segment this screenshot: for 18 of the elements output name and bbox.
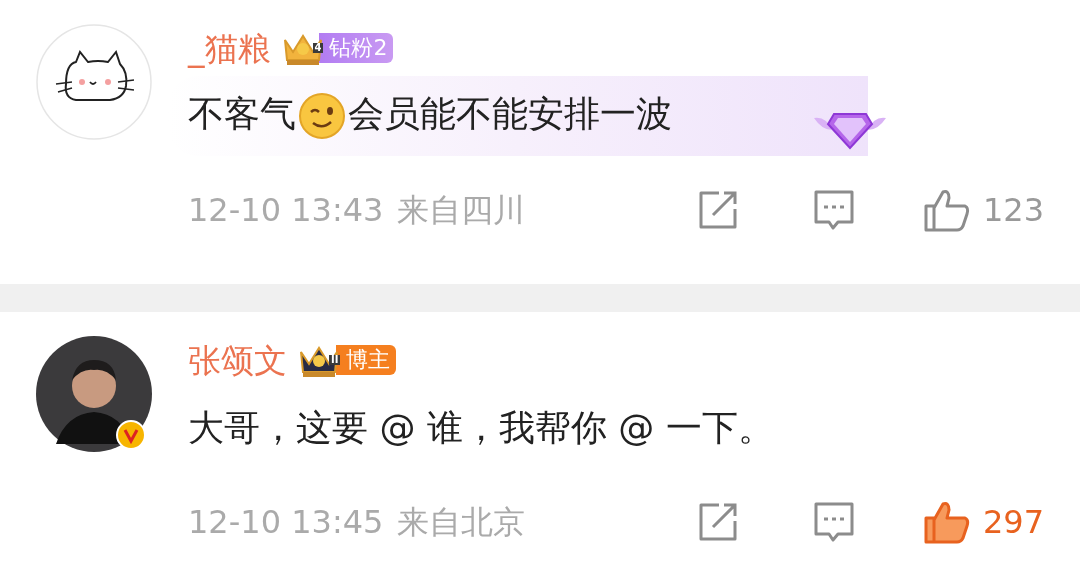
winking-face-icon <box>298 92 346 140</box>
comment-text: 大哥，这要 @ 谁，我帮你 @ 一下。 <box>188 410 774 446</box>
crown-level: II <box>329 355 341 365</box>
like-count: 297 <box>982 506 1044 538</box>
comment-time: 12-10 13:45 <box>188 506 384 538</box>
username[interactable]: 张颂文 <box>188 343 287 377</box>
comment-text: 不客气 会员能不能安排一波 <box>188 92 672 140</box>
avatar[interactable] <box>36 24 152 140</box>
comment-icon[interactable] <box>812 189 855 231</box>
thumbs-up-icon[interactable] <box>922 188 971 232</box>
crown-level: 4 <box>312 43 324 53</box>
comment-time: 12-10 13:43 <box>188 194 384 226</box>
avatar[interactable] <box>36 336 152 452</box>
like-count: 123 <box>982 194 1044 226</box>
comment-location: 来自北京 <box>397 506 526 538</box>
thumbs-up-icon[interactable] <box>922 500 971 544</box>
comment-icon[interactable] <box>812 501 855 543</box>
comment-location: 来自四川 <box>397 194 526 226</box>
